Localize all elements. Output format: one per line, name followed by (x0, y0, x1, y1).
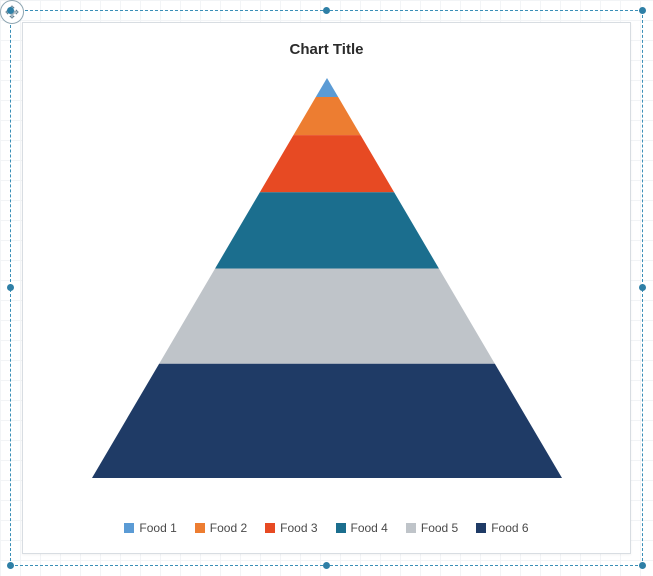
legend-label: Food 2 (210, 521, 247, 535)
resize-handle-e[interactable] (639, 284, 646, 291)
legend-label: Food 6 (491, 521, 528, 535)
pyramid-slice-3[interactable] (259, 135, 393, 192)
pyramid-slice-4[interactable] (215, 192, 439, 268)
chart-title[interactable]: Chart Title (23, 41, 630, 58)
pyramid-slice-5[interactable] (159, 268, 495, 363)
legend-swatch (476, 523, 486, 533)
chart-plot-area[interactable] (23, 78, 630, 493)
chart-legend[interactable]: Food 1 Food 2 Food 3 Food 4 Food 5 Food 6 (23, 521, 630, 535)
legend-swatch (195, 523, 205, 533)
resize-handle-s[interactable] (323, 562, 330, 569)
legend-swatch (124, 523, 134, 533)
resize-handle-se[interactable] (639, 562, 646, 569)
legend-item-1[interactable]: Food 1 (124, 521, 176, 535)
resize-handle-w[interactable] (7, 284, 14, 291)
legend-item-3[interactable]: Food 3 (265, 521, 317, 535)
legend-label: Food 4 (351, 521, 388, 535)
legend-item-6[interactable]: Food 6 (476, 521, 528, 535)
pyramid-chart (92, 78, 562, 478)
legend-label: Food 3 (280, 521, 317, 535)
legend-swatch (406, 523, 416, 533)
legend-swatch (265, 523, 275, 533)
resize-handle-n[interactable] (323, 7, 330, 14)
pyramid-slice-6[interactable] (92, 364, 562, 478)
legend-label: Food 1 (139, 521, 176, 535)
chart-object[interactable]: Chart Title Food 1Food 2Food 3Food 4Food… (22, 22, 631, 554)
canvas-background: Chart Title Food 1Food 2Food 3Food 4Food… (0, 0, 653, 576)
legend-item-4[interactable]: Food 4 (336, 521, 388, 535)
legend-swatch (336, 523, 346, 533)
resize-handle-nw[interactable] (7, 7, 14, 14)
legend-item-2[interactable]: Food 2 (195, 521, 247, 535)
resize-handle-sw[interactable] (7, 562, 14, 569)
legend-item-5[interactable]: Food 5 (406, 521, 458, 535)
legend-label: Food 5 (421, 521, 458, 535)
pyramid-slice-2[interactable] (293, 97, 360, 135)
resize-handle-ne[interactable] (639, 7, 646, 14)
pyramid-slice-1[interactable] (315, 78, 337, 97)
